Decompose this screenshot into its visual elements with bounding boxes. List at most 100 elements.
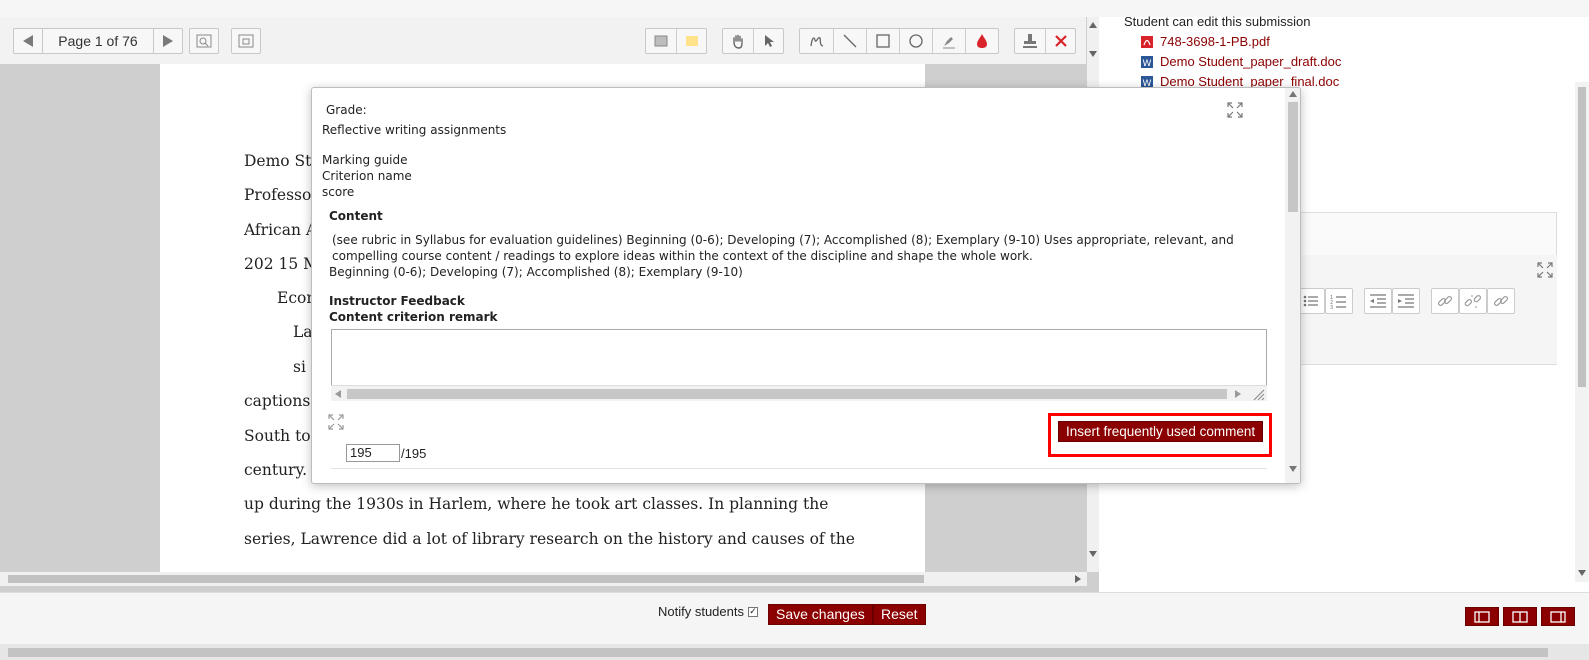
- line-tool-button[interactable]: [833, 29, 866, 53]
- comment-tools: [645, 28, 707, 54]
- criterion-levels: Beginning (0-6); Developing (7); Accompl…: [329, 265, 743, 279]
- draw-tools: [799, 28, 999, 54]
- previous-page-button[interactable]: [14, 29, 42, 53]
- stamp-tool-button[interactable]: [1015, 33, 1045, 49]
- top-strip: [0, 0, 1589, 17]
- remark-horizontal-scrollbar[interactable]: [331, 385, 1267, 401]
- unlink-button[interactable]: [1459, 288, 1487, 314]
- pan-tool-button[interactable]: [723, 33, 753, 49]
- scroll-left-icon: [335, 390, 341, 398]
- pdf-toolbar: Page 1 of 76: [0, 17, 1086, 64]
- ink-color-button[interactable]: [965, 29, 998, 53]
- scroll-right-icon: [1075, 575, 1081, 583]
- page-horizontal-scrollbar[interactable]: [0, 644, 1589, 660]
- drop-icon: [977, 34, 987, 48]
- doc-line: Professor: [244, 186, 319, 204]
- expand-icon[interactable]: [1537, 262, 1553, 278]
- svg-text:3: 3: [1330, 305, 1333, 311]
- modal-vertical-scrollbar[interactable]: [1285, 88, 1300, 483]
- hand-icon: [733, 34, 743, 49]
- outdent-button[interactable]: [1364, 288, 1392, 314]
- file-name[interactable]: 748-3698-1-PB.pdf: [1160, 34, 1270, 49]
- notify-students-checkbox[interactable]: ✓: [748, 607, 758, 617]
- doc-line: series, Lawrence did a lot of library re…: [244, 530, 855, 548]
- oval-tool-button[interactable]: [899, 29, 932, 53]
- delete-annotation-button[interactable]: [1045, 29, 1075, 53]
- next-page-button[interactable]: [154, 29, 182, 53]
- search-document-icon: [196, 34, 212, 48]
- scroll-up-icon: [1289, 91, 1297, 97]
- reset-button[interactable]: Reset: [873, 604, 926, 625]
- select-tool-button[interactable]: [753, 29, 783, 53]
- layout-right-button[interactable]: [1541, 607, 1575, 626]
- anchor-button[interactable]: [1487, 288, 1515, 314]
- file-link[interactable]: 748-3698-1-PB.pdf: [1140, 34, 1270, 49]
- word-icon: W: [1141, 55, 1153, 69]
- doc-line: si: [293, 358, 306, 376]
- anchor-link-icon: [1493, 295, 1509, 307]
- rectangle-tool-button[interactable]: [866, 29, 899, 53]
- bullet-list-button[interactable]: [1297, 288, 1325, 314]
- pointer-tools: [722, 28, 784, 54]
- expand-view-button[interactable]: [231, 28, 261, 54]
- bullet-list-icon: [1303, 295, 1318, 307]
- layout-split-button[interactable]: [1503, 607, 1537, 626]
- scrollbar-thumb[interactable]: [347, 389, 1227, 399]
- grade-label: Grade:: [326, 103, 367, 117]
- doc-line: La: [293, 323, 313, 341]
- page-navigator: Page 1 of 76: [13, 28, 183, 54]
- grading-modal: Grade: Reflective writing assignments Ma…: [311, 87, 1301, 484]
- layout-left-button[interactable]: [1465, 607, 1499, 626]
- doc-line: African A: [244, 221, 318, 239]
- search-comments-button[interactable]: [189, 28, 219, 54]
- scrollbar-thumb[interactable]: [8, 575, 924, 583]
- criterion-description: (see rubric in Syllabus for evaluation g…: [332, 233, 1234, 263]
- scrollbar-thumb[interactable]: [1288, 102, 1298, 212]
- scroll-down-icon: [1089, 51, 1097, 57]
- stamp-icon: [1023, 34, 1037, 48]
- remark-label: Content criterion remark: [329, 310, 498, 324]
- window-icon: [238, 34, 254, 48]
- close-icon: [1054, 35, 1067, 47]
- scroll-up-icon: [1089, 22, 1097, 28]
- file-name[interactable]: Demo Student_paper_draft.doc: [1160, 54, 1341, 69]
- scrollbar-thumb[interactable]: [8, 648, 1548, 657]
- insert-frequent-comment-button[interactable]: Insert frequently used comment: [1058, 421, 1264, 442]
- resize-grip-icon[interactable]: [1251, 387, 1265, 401]
- link-button[interactable]: [1431, 288, 1459, 314]
- score-column-header: score: [322, 185, 355, 199]
- score-max: /195: [401, 446, 427, 461]
- assignment-name: Reflective writing assignments: [322, 123, 507, 137]
- pdf-horizontal-scrollbar[interactable]: [0, 572, 1087, 586]
- doc-line: captions): [244, 392, 317, 410]
- scrollbar-thumb[interactable]: [1578, 87, 1586, 387]
- scroll-right-icon: [1235, 390, 1241, 398]
- pen-icon: [809, 37, 823, 47]
- highlighter-tool-button[interactable]: [932, 29, 965, 53]
- yellow-swatch-icon: [685, 36, 698, 46]
- indent-button[interactable]: [1392, 288, 1420, 314]
- divider: [331, 468, 1267, 469]
- score-input[interactable]: 195: [346, 444, 400, 462]
- stamp-tools: [1014, 28, 1076, 54]
- link-icon: [1437, 295, 1453, 307]
- rectangle-icon: [876, 34, 890, 48]
- layout-right-icon: [1550, 611, 1566, 623]
- panel-vertical-scrollbar[interactable]: [1575, 82, 1589, 582]
- triangle-right-icon: [163, 35, 173, 47]
- expand-icon[interactable]: [328, 414, 344, 430]
- layout-left-icon: [1474, 611, 1490, 623]
- pdf-icon: [1141, 35, 1153, 48]
- expand-icon[interactable]: [1227, 102, 1243, 118]
- numbered-list-button[interactable]: 123: [1325, 288, 1353, 314]
- edit-permission-note: Student can edit this submission: [1124, 14, 1311, 29]
- page-label[interactable]: Page 1 of 76: [42, 29, 154, 53]
- criterion-name: Content: [329, 209, 383, 223]
- pen-tool-button[interactable]: [800, 34, 833, 48]
- svg-text:W: W: [1143, 59, 1152, 69]
- color-picker-button[interactable]: [676, 29, 706, 53]
- comment-button[interactable]: [646, 35, 676, 47]
- file-link[interactable]: W Demo Student_paper_draft.doc: [1140, 54, 1341, 69]
- circle-icon: [909, 34, 923, 48]
- save-changes-button[interactable]: Save changes: [768, 604, 873, 625]
